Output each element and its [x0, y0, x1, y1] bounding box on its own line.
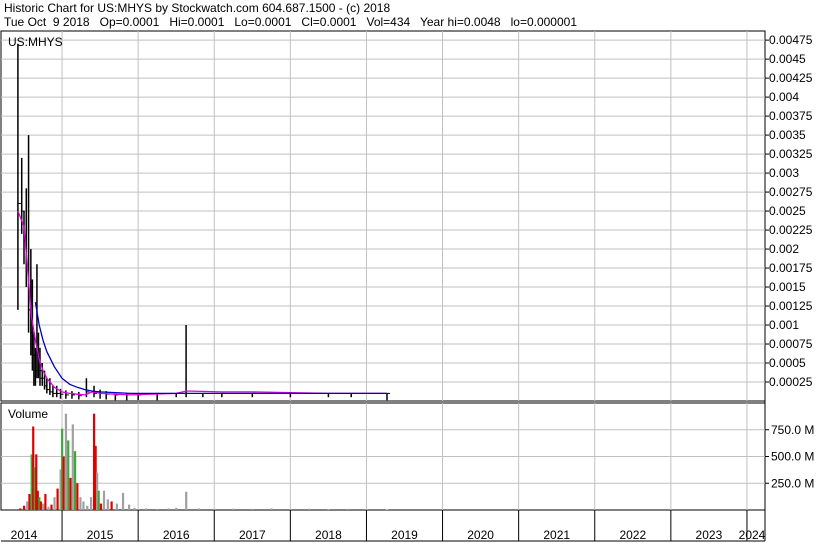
- volume-bar: [270, 508, 273, 510]
- volume-bar: [308, 508, 311, 510]
- stock-chart: 0.00475 0.0045 0.00425 0.004 0.00375 0.0035 0.…: [0, 30, 814, 542]
- year-tick-label: 2016: [163, 528, 190, 542]
- year-tick-label: 2020: [467, 528, 494, 542]
- volume-bar: [50, 504, 53, 510]
- price-tick-label: 0.00025: [769, 375, 813, 389]
- volume-bar: [346, 508, 349, 510]
- price-tick-label: 0.001: [769, 318, 799, 332]
- volume-bar: [28, 493, 31, 510]
- price-panel-label: US:MHYS: [8, 35, 63, 49]
- volume-panel-label: Volume: [8, 407, 48, 421]
- volume-tick-label: 250.0 M: [771, 476, 814, 490]
- volume-bar: [26, 501, 29, 510]
- year-tick-label: 2019: [391, 528, 418, 542]
- volume-bar: [198, 508, 201, 510]
- volume-bar: [106, 499, 109, 510]
- year-tick-label: 2014: [11, 528, 38, 542]
- price-tick-label: 0.00275: [769, 185, 813, 199]
- volume-bar: [251, 508, 254, 510]
- volume-bar: [133, 507, 136, 510]
- volume-bar: [102, 490, 106, 510]
- volume-bar: [62, 456, 65, 510]
- volume-bar: [67, 440, 70, 510]
- volume-bar: [71, 424, 74, 510]
- price-tick-label: 0.00075: [769, 337, 813, 351]
- year-tick-label: 2024: [739, 528, 766, 542]
- volume-bar: [232, 508, 235, 510]
- year-tick-label: 2018: [315, 528, 342, 542]
- year-tick-label: 2017: [239, 528, 266, 542]
- price-tick-label: 0.0015: [769, 280, 806, 294]
- volume-bar: [175, 507, 178, 510]
- volume-bar: [69, 477, 72, 510]
- volume-bar: [23, 505, 26, 510]
- volume-bar: [385, 509, 389, 510]
- volume-bar: [79, 497, 82, 510]
- volume-bar: [53, 497, 56, 510]
- year-tick-label: 2022: [619, 528, 646, 542]
- volume-bar: [86, 505, 89, 510]
- year-tick-label: 2015: [87, 528, 114, 542]
- year-tick-label: 2021: [543, 528, 570, 542]
- volume-bar: [56, 488, 59, 510]
- price-tick-label: 0.00225: [769, 223, 813, 237]
- price-tick-label: 0.002: [769, 242, 799, 256]
- volume-bar: [365, 509, 368, 510]
- volume-bar: [121, 492, 125, 510]
- price-tick-label: 0.0045: [769, 52, 806, 66]
- volume-bar: [76, 483, 79, 510]
- volume-bar: [156, 508, 159, 510]
- volume-bar: [144, 508, 147, 510]
- volume-bar: [327, 509, 330, 510]
- volume-bar: [19, 508, 22, 510]
- price-tick-label: 0.0035: [769, 128, 806, 142]
- volume-bar: [42, 503, 45, 510]
- price-panel-frame: [0, 30, 766, 402]
- price-tick-label: 0.00375: [769, 109, 813, 123]
- volume-bar: [213, 508, 216, 510]
- price-tick-label: 0.003: [769, 166, 799, 180]
- volume-bar: [185, 491, 188, 510]
- year-tick-label: 2023: [696, 528, 723, 542]
- volume-bar: [99, 503, 103, 510]
- price-tick-label: 0.00425: [769, 71, 813, 85]
- price-tick-label: 0.0005: [769, 356, 806, 370]
- volume-bar: [97, 490, 100, 510]
- volume-bar: [110, 501, 113, 510]
- volume-bar: [44, 493, 47, 510]
- volume-bar: [289, 508, 292, 510]
- volume-bar: [167, 508, 170, 510]
- price-tick-label: 0.00475: [769, 33, 813, 47]
- volume-bar: [89, 497, 93, 510]
- price-tick-label: 0.00325: [769, 147, 813, 161]
- price-tick-label: 0.0025: [769, 204, 806, 218]
- volume-tick-label: 750.0 M: [771, 423, 814, 437]
- volume-bar: [73, 451, 77, 510]
- volume-bar: [64, 413, 68, 510]
- price-tick-label: 0.004: [769, 90, 799, 104]
- volume-bar: [39, 501, 42, 510]
- price-tick-label: 0.00175: [769, 261, 813, 275]
- price-tick-label: 0.00125: [769, 299, 813, 313]
- volume-tick-label: 500.0 M: [771, 450, 814, 464]
- volume-bar: [128, 504, 131, 510]
- volume-bar: [47, 506, 50, 510]
- volume-bar: [82, 501, 85, 510]
- volume-bar: [115, 503, 119, 510]
